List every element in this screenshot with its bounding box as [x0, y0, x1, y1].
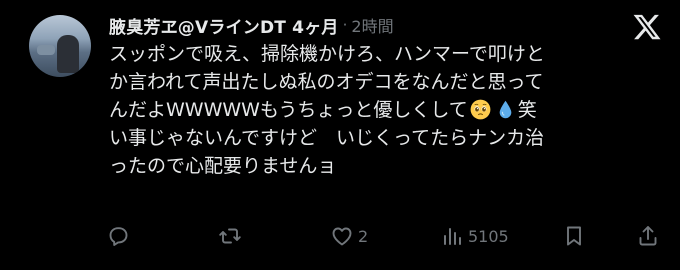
like-count: 2 — [358, 226, 369, 246]
avatar-detail — [37, 45, 55, 55]
tweet-text-line-3-main: んだよWWWWWもうちょっと優しくして — [109, 99, 468, 121]
pleading-face-emoji-icon — [470, 99, 491, 120]
display-name[interactable]: 腋臭芳ヱ@VラインDT 4ヶ月 — [109, 13, 339, 38]
like-button[interactable]: 2 — [330, 222, 368, 250]
tweet-text: スッポンで吸え、掃除機かけろ、ハンマーで叩けと か言われて声出たしぬ私のオデコを… — [109, 40, 665, 180]
heart-icon — [332, 227, 352, 246]
avatar[interactable] — [29, 15, 91, 77]
timestamp[interactable]: 2時間 — [351, 13, 393, 37]
reply-icon — [109, 227, 128, 246]
repost-button[interactable] — [218, 222, 246, 250]
tweet-text-line-3-tail: 笑 — [517, 99, 537, 121]
tweet-text-line-4: い事じゃないんですけど いじくってたらナンカ治 — [109, 127, 545, 149]
views-chart-icon — [444, 228, 461, 245]
tweet-text-line-2: か言われて声出たしぬ私のオデコをなんだと思って — [109, 71, 544, 93]
repost-icon — [219, 228, 241, 244]
reply-button[interactable] — [106, 222, 134, 250]
bookmark-button[interactable] — [562, 222, 586, 250]
tweet-header: 腋臭芳ヱ@VラインDT 4ヶ月 · 2時間 — [109, 12, 394, 38]
separator-dot: · — [342, 16, 348, 34]
action-bar: 2 5105 — [106, 222, 666, 250]
share-icon — [639, 226, 657, 246]
x-logo-icon — [633, 14, 661, 40]
tweet-text-line-5: ったので心配要りませんョ — [109, 155, 337, 177]
share-button[interactable] — [636, 222, 660, 250]
avatar-figure — [57, 35, 79, 73]
views-button[interactable]: 5105 — [440, 222, 509, 250]
view-count: 5105 — [468, 226, 509, 246]
tweet-text-line-3: んだよWWWWWもうちょっと優しくして 笑 — [109, 96, 665, 124]
tweet-text-line-1: スッポンで吸え、掃除機かけろ、ハンマーで叩けと — [109, 43, 545, 65]
bookmark-icon — [567, 226, 581, 246]
droplet-emoji-icon — [499, 100, 512, 119]
